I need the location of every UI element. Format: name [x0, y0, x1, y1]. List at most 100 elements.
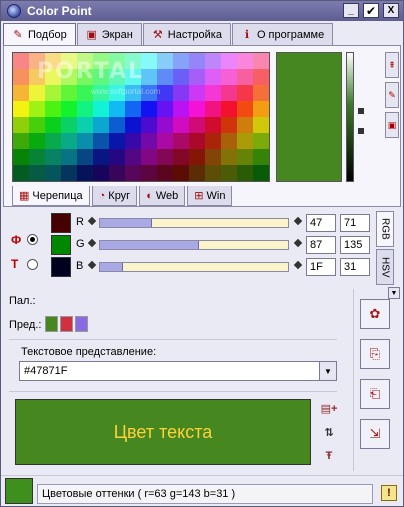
previous-color-swatch[interactable] — [75, 316, 88, 332]
color-tile[interactable] — [189, 69, 205, 85]
previous-color-swatch[interactable] — [45, 316, 58, 332]
rows-tool-icon[interactable]: ⇞ — [385, 52, 399, 78]
color-tile[interactable] — [61, 117, 77, 133]
dec-value-field[interactable]: 31 — [340, 258, 370, 276]
tab-circle[interactable]: ◔ Круг — [91, 186, 138, 206]
color-tile[interactable] — [13, 149, 29, 165]
color-tile[interactable] — [93, 101, 109, 117]
color-tile[interactable] — [157, 133, 173, 149]
color-tile[interactable] — [221, 117, 237, 133]
color-tile[interactable] — [189, 101, 205, 117]
chevron-down-icon[interactable]: ▼ — [319, 362, 336, 380]
color-tile[interactable] — [253, 85, 269, 101]
color-tile[interactable] — [237, 117, 253, 133]
color-tile[interactable] — [221, 69, 237, 85]
previous-color-swatch[interactable] — [60, 316, 73, 332]
export-button[interactable]: ⇲ — [360, 419, 390, 449]
color-tile[interactable] — [237, 69, 253, 85]
color-tile[interactable] — [205, 149, 221, 165]
color-tile[interactable] — [61, 165, 77, 181]
color-tile[interactable] — [205, 53, 221, 69]
color-tile[interactable] — [45, 133, 61, 149]
color-tile[interactable] — [237, 101, 253, 117]
color-tile[interactable] — [221, 149, 237, 165]
color-tile[interactable] — [189, 133, 205, 149]
color-tile-palette[interactable]: PORTAL www.softportal.com — [12, 52, 270, 182]
color-tile[interactable] — [29, 133, 45, 149]
color-tile[interactable] — [77, 133, 93, 149]
tab-win[interactable]: ⊞ Win — [187, 186, 233, 206]
color-tile[interactable] — [93, 149, 109, 165]
color-tile[interactable] — [157, 101, 173, 117]
color-tile[interactable] — [205, 165, 221, 181]
tab-about[interactable]: ℹ О программе — [231, 23, 334, 45]
always-on-top-checkbox[interactable]: ✔ — [363, 3, 379, 18]
color-tile[interactable] — [189, 165, 205, 181]
dec-value-field[interactable]: 135 — [340, 236, 370, 254]
text-color-icon[interactable]: Ŧ — [321, 449, 337, 463]
hex-value-field[interactable]: 1F — [306, 258, 336, 276]
channel-slider[interactable] — [99, 218, 289, 228]
color-tile[interactable] — [13, 165, 29, 181]
color-tile[interactable] — [189, 53, 205, 69]
color-tile[interactable] — [125, 149, 141, 165]
add-palette-icon[interactable]: ▤+ — [321, 401, 338, 415]
color-tile[interactable] — [221, 101, 237, 117]
decrement-icon[interactable] — [87, 216, 97, 226]
color-tile[interactable] — [29, 117, 45, 133]
color-tile[interactable] — [29, 85, 45, 101]
color-tile[interactable] — [237, 85, 253, 101]
color-tile[interactable] — [173, 133, 189, 149]
tab-tiles[interactable]: ▦ Черепица — [12, 186, 90, 206]
color-tile[interactable] — [173, 53, 189, 69]
color-tile[interactable] — [125, 133, 141, 149]
color-tile[interactable] — [141, 133, 157, 149]
color-tile[interactable] — [141, 101, 157, 117]
paste-button[interactable]: ⎗ — [360, 379, 390, 409]
color-tile[interactable] — [45, 101, 61, 117]
color-tile[interactable] — [61, 101, 77, 117]
color-tile[interactable] — [221, 165, 237, 181]
color-tile[interactable] — [77, 101, 93, 117]
color-tile[interactable] — [157, 149, 173, 165]
color-tile[interactable] — [125, 165, 141, 181]
color-tile[interactable] — [29, 101, 45, 117]
color-tile[interactable] — [77, 149, 93, 165]
color-tile[interactable] — [253, 165, 269, 181]
color-tile[interactable] — [141, 149, 157, 165]
color-tile[interactable] — [157, 53, 173, 69]
tab-podbor[interactable]: ✎ Подбор — [3, 23, 76, 45]
slider-marker[interactable] — [358, 108, 364, 114]
color-tile[interactable] — [237, 133, 253, 149]
color-tile[interactable] — [253, 101, 269, 117]
color-tile[interactable] — [173, 101, 189, 117]
swap-icon[interactable]: ⇅ — [321, 425, 337, 439]
color-tile[interactable] — [13, 133, 29, 149]
color-tile[interactable] — [253, 53, 269, 69]
color-tile[interactable] — [109, 133, 125, 149]
color-tile[interactable] — [253, 149, 269, 165]
warning-icon[interactable]: ! — [381, 485, 397, 501]
color-tile[interactable] — [125, 101, 141, 117]
color-tile[interactable] — [109, 101, 125, 117]
tab-settings[interactable]: ⚒ Настройка — [142, 23, 231, 45]
color-tile[interactable] — [205, 101, 221, 117]
color-tile[interactable] — [173, 69, 189, 85]
color-tile[interactable] — [109, 117, 125, 133]
color-tile[interactable] — [221, 85, 237, 101]
color-tile[interactable] — [205, 69, 221, 85]
slider-marker[interactable] — [358, 128, 364, 134]
text-representation-select[interactable]: #47871F ▼ — [19, 361, 337, 381]
color-tile[interactable] — [29, 165, 45, 181]
color-tile[interactable] — [13, 53, 29, 69]
channel-slider[interactable] — [99, 240, 289, 250]
color-tile[interactable] — [157, 117, 173, 133]
minimize-button[interactable]: _ — [343, 3, 359, 18]
color-tile[interactable] — [205, 133, 221, 149]
color-tile[interactable] — [237, 149, 253, 165]
copy-to-clipboard-button[interactable]: ⎘ — [360, 339, 390, 369]
color-tile[interactable] — [109, 165, 125, 181]
color-tile[interactable] — [237, 53, 253, 69]
color-tile[interactable] — [109, 149, 125, 165]
increment-icon[interactable] — [293, 238, 303, 248]
